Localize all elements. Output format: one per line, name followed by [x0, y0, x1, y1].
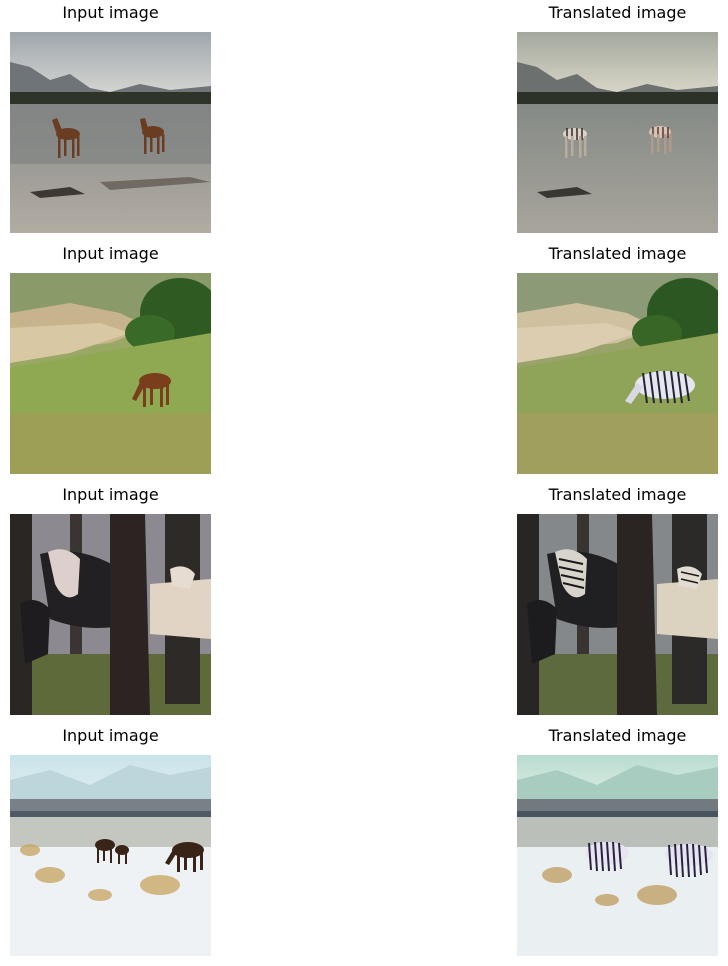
row-1-output-image	[517, 32, 718, 233]
row-2-input-title: Input image	[62, 244, 159, 263]
row-3-input-image	[10, 514, 211, 715]
row-2-output-title: Translated image	[548, 244, 687, 263]
row-2-input-image	[10, 273, 211, 474]
row-4-input-image	[10, 755, 211, 956]
row-4-output-image	[517, 755, 718, 956]
row-3-input-title: Input image	[62, 485, 159, 504]
row-1-input-title: Input image	[62, 3, 159, 22]
row-3-output-title: Translated image	[548, 485, 687, 504]
row-2-output-image	[517, 273, 718, 474]
row-1-input-image	[10, 32, 211, 233]
row-4-output-title: Translated image	[548, 726, 687, 745]
row-3-output-image	[517, 514, 718, 715]
row-4-input-title: Input image	[62, 726, 159, 745]
row-1-output-title: Translated image	[548, 3, 687, 22]
